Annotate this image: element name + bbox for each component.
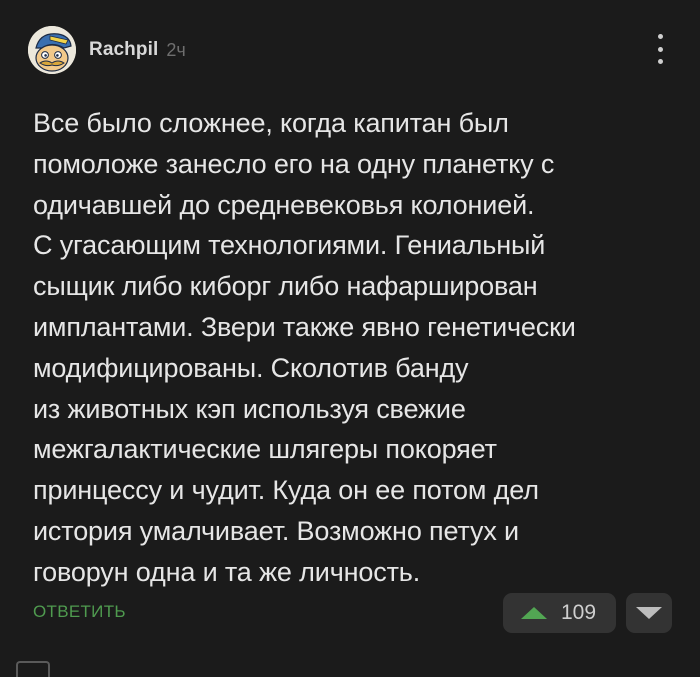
more-vertical-icon (657, 34, 663, 39)
avatar-cartoon-icon (28, 26, 76, 74)
rating-count: 109 (561, 601, 597, 624)
arrow-down-icon (636, 607, 662, 619)
more-vertical-icon-dot (657, 59, 663, 64)
comment-header: Rachpil 2ч (28, 26, 186, 74)
next-comment-edge (16, 661, 50, 677)
upvote-button[interactable]: 109 (503, 593, 616, 633)
comment-body: Все было сложнее, когда капитан был помо… (33, 108, 576, 587)
comment-time: 2ч (166, 39, 186, 60)
author-name[interactable]: Rachpil (89, 39, 158, 61)
downvote-button[interactable] (626, 593, 672, 633)
more-vertical-icon-dot (657, 46, 663, 52)
avatar[interactable] (28, 26, 76, 74)
reply-button[interactable]: ОТВЕТИТЬ (33, 602, 126, 622)
comment-card: Rachpil 2ч Все было сложнее, когда капит… (0, 0, 700, 677)
arrow-up-icon (521, 607, 547, 619)
more-options-button[interactable] (650, 34, 670, 64)
